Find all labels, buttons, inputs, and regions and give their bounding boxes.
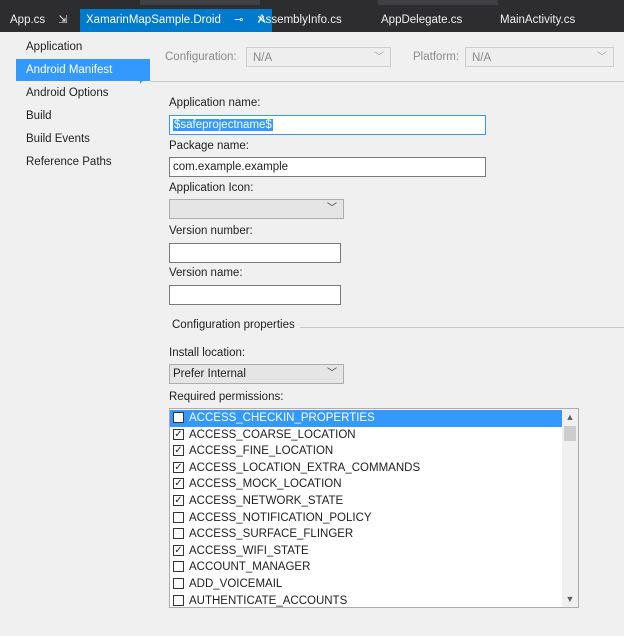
nav-selection-arrow-icon [140,62,149,84]
permission-row[interactable]: ✓ ACCESS_COARSE_LOCATION [170,427,562,444]
tab-xamarin-droid[interactable]: XamarinMapSample.Droid ⊸ ✕ [80,9,272,32]
platform-dropdown[interactable]: N/A ﹀ [465,47,614,67]
version-name-label: Version name: [169,267,243,279]
checkbox-checked[interactable]: ✓ [173,445,184,457]
configuration-row: Configuration: N/A ﹀ Platform: N/A ﹀ [150,44,624,74]
nav-item-android-options[interactable]: Android Options [16,82,108,104]
tab-label: XamarinMapSample.Droid [86,14,221,26]
install-location-dropdown[interactable]: Prefer Internal ﹀ [169,364,344,384]
tab-mainactivity-cs[interactable]: MainActivity.cs [500,9,575,32]
pin-icon[interactable]: ⊸ [234,9,243,32]
tab-label: MainActivity.cs [500,14,576,26]
tab-label: AssemblyInfo.cs [258,14,342,26]
chevron-down-icon: ﹀ [597,52,607,63]
permission-row[interactable]: ✓ ACCESS_NETWORK_STATE [170,493,562,510]
scroll-thumb[interactable] [564,426,576,441]
nav-item-build-events[interactable]: Build Events [16,128,90,150]
chevron-down-icon: ﹀ [327,203,337,214]
permission-row[interactable]: ✓ ACCESS_MOCK_LOCATION [170,476,562,493]
package-name-field[interactable]: com.example.example [169,157,486,177]
permission-label: ACCESS_FINE_LOCATION [189,445,334,458]
permission-label: ADD_VOICEMAIL [189,578,283,590]
chevron-down-icon: ﹀ [374,52,384,63]
checkbox-unchecked[interactable] [173,561,184,573]
project-properties-page: Application Android Manifest Android Opt… [0,32,624,636]
properties-nav: Application Android Manifest Android Opt… [0,32,150,636]
permission-row[interactable]: ✓ ACCESS_WIFI_STATE [170,543,562,560]
checkbox-checked[interactable]: ✓ [173,478,184,490]
checkbox-unchecked[interactable] [173,511,184,523]
checkbox-checked[interactable]: ✓ [173,428,184,440]
permission-label: ACCESS_COARSE_LOCATION [189,428,356,441]
checkbox-checked[interactable]: ✓ [173,461,184,473]
package-name-label: Package name: [169,140,249,152]
android-manifest-panel: Configuration: N/A ﹀ Platform: N/A ﹀ App… [150,32,624,636]
nav-item-reference-paths[interactable]: Reference Paths [16,151,112,173]
version-name-field[interactable] [169,285,341,305]
permissions-scrollbar[interactable]: ▲ ▼ [562,409,578,607]
version-number-label: Version number: [169,225,253,237]
package-name-value: com.example.example [173,161,289,173]
permission-label: AUTHENTICATE_ACCOUNTS [189,594,348,607]
checkbox-unchecked[interactable] [173,594,184,606]
permission-row[interactable]: ACCESS_NOTIFICATION_POLICY [170,510,562,527]
scroll-down-icon[interactable]: ▼ [562,591,578,607]
permission-label: ACCESS_MOCK_LOCATION [189,478,342,491]
tab-assemblyinfo-cs[interactable]: AssemblyInfo.cs [258,9,342,32]
permissions-list[interactable]: ACCESS_CHECKIN_PROPERTIES ✓ ACCESS_COARSE_… [169,408,579,608]
application-name-field[interactable]: $safeprojectname$ [169,115,486,135]
tab-strip-decoration [140,0,260,5]
permission-row[interactable]: ACCESS_SURFACE_FLINGER [170,526,562,543]
scroll-up-icon[interactable]: ▲ [562,409,578,425]
application-name-value: $safeprojectname$ [173,119,273,131]
checkbox-unchecked[interactable] [173,578,184,589]
tab-label: AppDelegate.cs [381,14,463,26]
required-permissions-label: Required permissions: [169,391,284,403]
checkbox-unchecked[interactable] [173,412,184,423]
checkbox-checked[interactable]: ✓ [173,495,184,506]
configuration-value: N/A [253,52,273,64]
permission-row[interactable]: ACCESS_CHECKIN_PROPERTIES [170,410,562,427]
tab-strip-decoration [378,0,498,5]
platform-label: Platform: [413,51,460,63]
permission-row[interactable]: ADD_VOICEMAIL [170,576,562,593]
nav-item-build[interactable]: Build [16,105,52,127]
configuration-properties-group-label: Configuration properties [172,319,295,331]
platform-value: N/A [472,52,492,64]
permission-label: ACCESS_LOCATION_EXTRA_COMMANDS [189,461,421,474]
tab-label: App.cs [10,14,46,26]
chevron-down-icon: ﹀ [327,368,337,379]
install-location-label: Install location: [169,347,246,359]
application-icon-dropdown[interactable]: ﹀ [169,199,344,219]
divider [150,81,624,82]
permission-row[interactable]: ✓ ACCESS_LOCATION_EXTRA_COMMANDS [170,460,562,477]
version-number-field[interactable] [169,243,341,263]
nav-item-application[interactable]: Application [16,36,82,58]
permission-row[interactable]: AUTHENTICATE_ACCOUNTS [170,593,562,607]
permission-row[interactable]: ACCOUNT_MANAGER [170,559,562,576]
permission-label: ACCOUNT_MANAGER [189,561,311,574]
permission-label: ACCESS_NOTIFICATION_POLICY [189,511,372,524]
group-divider [300,327,624,328]
checkbox-checked[interactable]: ✓ [173,544,184,556]
application-icon-label: Application Icon: [169,182,254,194]
application-name-label: Application name: [169,97,261,109]
permission-row[interactable]: ✓ ACCESS_FINE_LOCATION [170,443,562,460]
configuration-label: Configuration: [165,51,237,63]
install-location-value: Prefer Internal [173,368,246,380]
permission-label: ACCESS_NETWORK_STATE [189,495,344,507]
permission-label: ACCESS_WIFI_STATE [189,544,309,557]
configuration-dropdown[interactable]: N/A ﹀ [246,47,391,67]
tab-app-cs[interactable]: App.cs ⇲ [10,9,68,32]
pin-icon[interactable]: ⇲ [58,9,67,32]
checkbox-unchecked[interactable] [173,528,184,540]
document-tab-bar: App.cs ⇲ XamarinMapSample.Droid ⊸ ✕ Asse… [0,0,624,32]
nav-item-android-manifest[interactable]: Android Manifest [16,59,150,81]
permission-label: ACCESS_CHECKIN_PROPERTIES [189,412,375,424]
tab-appdelegate-cs[interactable]: AppDelegate.cs [381,9,462,32]
permission-label: ACCESS_SURFACE_FLINGER [189,528,354,541]
